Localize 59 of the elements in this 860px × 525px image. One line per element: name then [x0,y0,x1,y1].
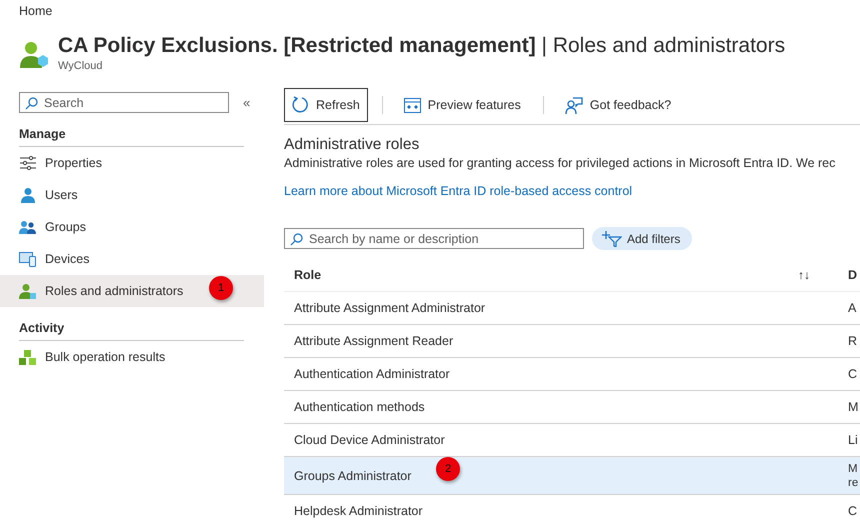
group-icon [19,220,36,234]
search-icon [290,233,303,246]
collapse-button[interactable]: « [243,95,250,110]
section-title: Administrative roles [284,136,420,154]
admin-icon [19,40,49,70]
table-cell: Attribute Assignment Reader [294,334,454,348]
nav-item[interactable]: Roles and administrators 1 [0,275,264,307]
refresh-icon [291,96,309,114]
table-cell: M [848,400,858,414]
toolbar-button[interactable]: Preview features [396,88,529,122]
column-header[interactable]: Role [284,268,798,282]
table-cell: A [848,301,856,315]
preview-icon [404,98,421,112]
table-row[interactable]: Attribute Assignment Administrator A [284,292,860,325]
step-badge: 2 [436,457,460,481]
table-cell: Cloud Device Administrator [294,433,445,447]
sliders-icon [20,156,36,170]
section-description: Administrative roles are used for granting access for privileged actions in Microsoft Entra ID. We rec [284,156,836,170]
page-title: CA Policy Exclusions. [Restricted management] | Roles and administrators [58,34,786,58]
column-header[interactable]: D [848,268,858,282]
admin-icon [19,283,36,299]
table-cell: Li [848,433,858,447]
table-cell: C [848,504,858,518]
search-field[interactable]: Search by name or description [284,228,584,249]
toolbar-button[interactable]: Got feedback? [558,88,680,122]
nav-item[interactable]: Devices [0,243,264,275]
nav-item[interactable]: Properties [0,147,264,179]
table-row[interactable]: Authentication methods M [284,391,860,424]
table-cell: Authentication Administrator [294,367,450,381]
table-cell: Attribute Assignment Administrator [294,301,486,315]
table-row[interactable]: Groups Administrator 2 M re [284,457,860,495]
add-filter-icon [602,230,622,246]
tenant-name: WyCloud [58,60,104,72]
cubes-icon [19,350,36,364]
table-cell-text: M re [848,462,860,490]
table-cell: C [848,367,858,381]
table-cell: Groups Administrator [294,468,412,482]
table-row[interactable]: Authentication Administrator C [284,358,860,391]
add-filters-button[interactable]: Add filters [592,227,692,250]
section-heading: Activity [19,321,244,341]
user-icon [20,187,36,203]
sort-icon[interactable]: ↑↓ [798,268,848,282]
search-field[interactable]: Search [19,92,229,113]
nav-item[interactable]: Bulk operation results [0,341,264,373]
search-icon [25,97,38,110]
section-heading: Manage [19,127,244,147]
step-badge: 1 [209,276,233,300]
learn-more-link[interactable]: Learn more about Microsoft Entra ID role-based access control [284,184,860,198]
nav-item[interactable]: Groups [0,211,264,243]
breadcrumb-link[interactable]: Home [0,0,860,24]
table-cell: Authentication methods [294,400,425,414]
feedback-icon [564,96,583,114]
nav-item[interactable]: Users [0,179,264,211]
table-cell: R [848,334,858,348]
table-row[interactable]: Attribute Assignment Reader R [284,325,860,358]
toolbar-button[interactable]: Refresh [284,88,368,122]
table-cell: Helpdesk Administrator [294,504,423,518]
table-row[interactable]: Helpdesk Administrator C [284,495,860,525]
devices-icon [19,252,36,266]
